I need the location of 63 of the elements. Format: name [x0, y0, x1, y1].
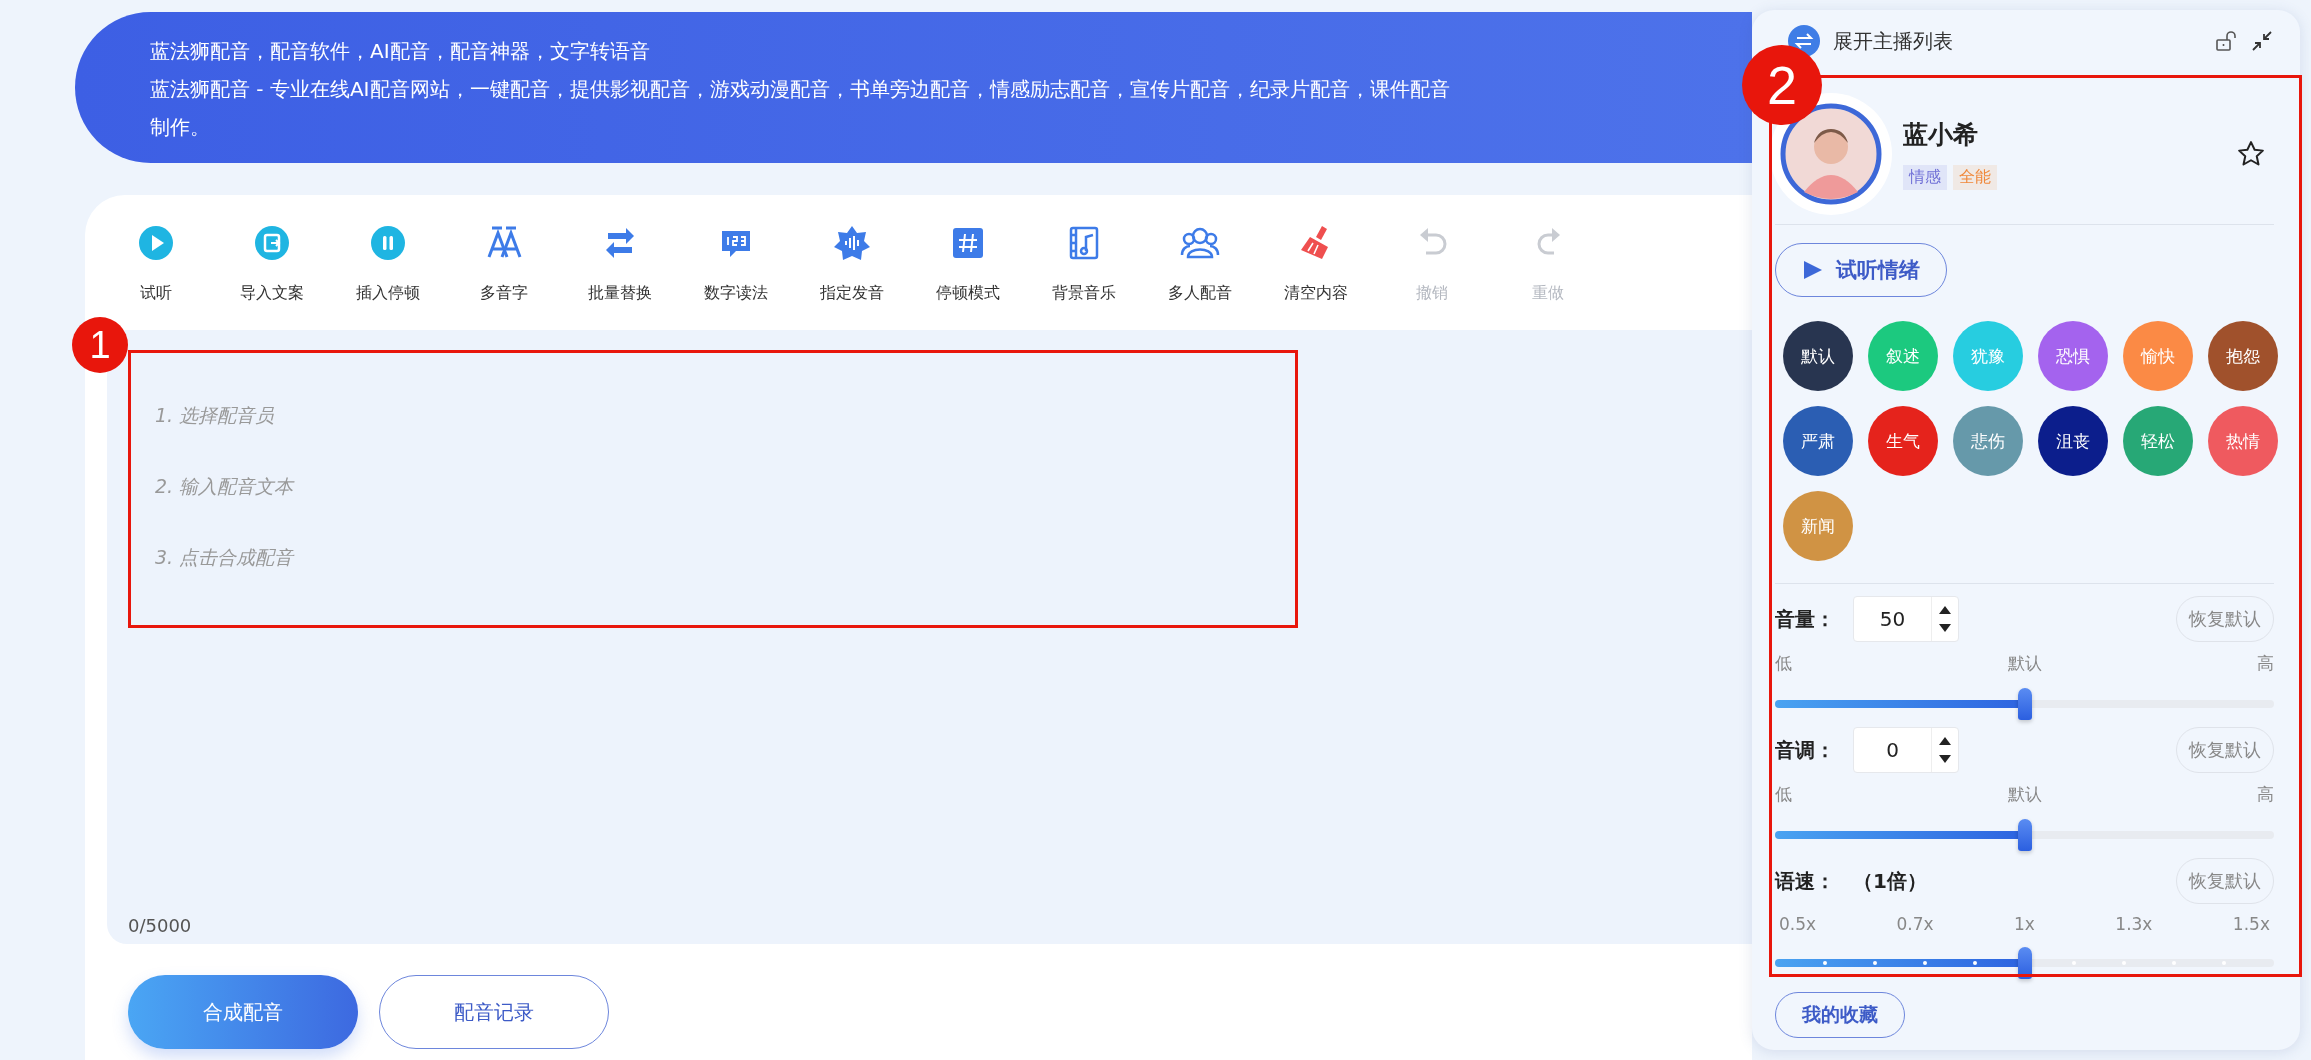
- number-input[interactable]: 0: [1853, 727, 1959, 773]
- history-button[interactable]: 配音记录: [379, 975, 609, 1049]
- scale-label: 低: [1775, 652, 1792, 675]
- banner-description: 蓝法狮配音 - 专业在线AI配音网站，一键配音，提供影视配音，游戏动漫配音，书单旁边配音，情感励志配音，宣传片配音，纪录片配音，课件配音: [150, 76, 1451, 103]
- slider-thumb[interactable]: [2017, 947, 2032, 979]
- voice-tag: 全能: [1953, 164, 1997, 190]
- emotion-button[interactable]: 悲伤: [1953, 406, 2023, 476]
- emotion-button[interactable]: 严肃: [1783, 406, 1853, 476]
- slider-thumb[interactable]: [2017, 688, 2032, 720]
- emotion-button[interactable]: 轻松: [2123, 406, 2193, 476]
- panel-title: 展开主播列表: [1833, 27, 1954, 55]
- document-icon: [252, 223, 292, 263]
- toolbar-button[interactable]: 插入停顿: [330, 223, 446, 326]
- voice-tag: 情感: [1903, 164, 1947, 190]
- toolbar-button[interactable]: 指定发音: [794, 223, 910, 326]
- number-input[interactable]: 50: [1853, 596, 1959, 642]
- toolbar-button[interactable]: 多音字: [446, 223, 562, 326]
- placeholder-text: 2. 输入配音文本: [155, 474, 294, 499]
- emotion-button[interactable]: 热情: [2208, 406, 2278, 476]
- scale-label: 0.7x: [1896, 914, 1934, 934]
- play-icon: [1802, 259, 1824, 281]
- setting-label: 语速：: [1775, 867, 1836, 895]
- voice-name: 蓝小希: [1903, 118, 1978, 151]
- setting-label: 音调：: [1775, 736, 1836, 764]
- emotion-button[interactable]: 抱怨: [2208, 321, 2278, 391]
- banner-title: 蓝法狮配音，配音软件，AI配音，配音神器，文字转语音: [150, 38, 651, 65]
- toolbar-button[interactable]: 清空内容: [1258, 223, 1374, 326]
- setting-label: 音量：: [1775, 605, 1836, 633]
- scale-label: 默认: [2007, 652, 2042, 675]
- toolbar-button[interactable]: 数字读法: [678, 223, 794, 326]
- emotion-button[interactable]: 恐惧: [2038, 321, 2108, 391]
- toolbar-button[interactable]: 停顿模式: [910, 223, 1026, 326]
- banner-description: 制作。: [150, 114, 211, 141]
- slider-track[interactable]: [1775, 687, 2274, 721]
- scale-label: 1.5x: [2232, 914, 2270, 934]
- scale-label: 高: [2257, 652, 2274, 675]
- toolbar-button[interactable]: 多人配音: [1142, 223, 1258, 326]
- scale-label: 低: [1775, 783, 1792, 806]
- speed-value: （1倍）: [1853, 867, 1927, 895]
- slider-track[interactable]: [1775, 818, 2274, 852]
- emotion-button[interactable]: 生气: [1868, 406, 1938, 476]
- scale-label: 高: [2257, 783, 2274, 806]
- slider-thumb[interactable]: [2017, 819, 2032, 851]
- unlock-icon[interactable]: [2214, 29, 2238, 53]
- scale-label: 默认: [2007, 783, 2042, 806]
- collapse-icon[interactable]: [2250, 29, 2274, 53]
- annotation-marker: 1: [72, 317, 128, 373]
- toolbar-button[interactable]: 批量替换: [562, 223, 678, 326]
- toolbar-button[interactable]: 导入文案: [214, 223, 330, 326]
- scale-label: 1.3x: [2115, 914, 2153, 934]
- play-icon: [136, 223, 176, 263]
- placeholder-text: 1. 选择配音员: [155, 403, 275, 428]
- slider-track[interactable]: [1775, 946, 2274, 980]
- placeholder-text: 3. 点击合成配音: [155, 545, 294, 570]
- emotion-button[interactable]: 沮丧: [2038, 406, 2108, 476]
- star-icon[interactable]: [2236, 138, 2266, 169]
- emotion-button[interactable]: 默认: [1783, 321, 1853, 391]
- pause-icon: [368, 223, 408, 263]
- character-counter: 0/5000: [127, 915, 192, 938]
- synthesize-button[interactable]: 合成配音: [128, 975, 358, 1049]
- scale-label: 0.5x: [1779, 914, 1817, 934]
- toolbar-button[interactable]: 背景音乐: [1026, 223, 1142, 326]
- scale-label: 1x: [2014, 914, 2035, 934]
